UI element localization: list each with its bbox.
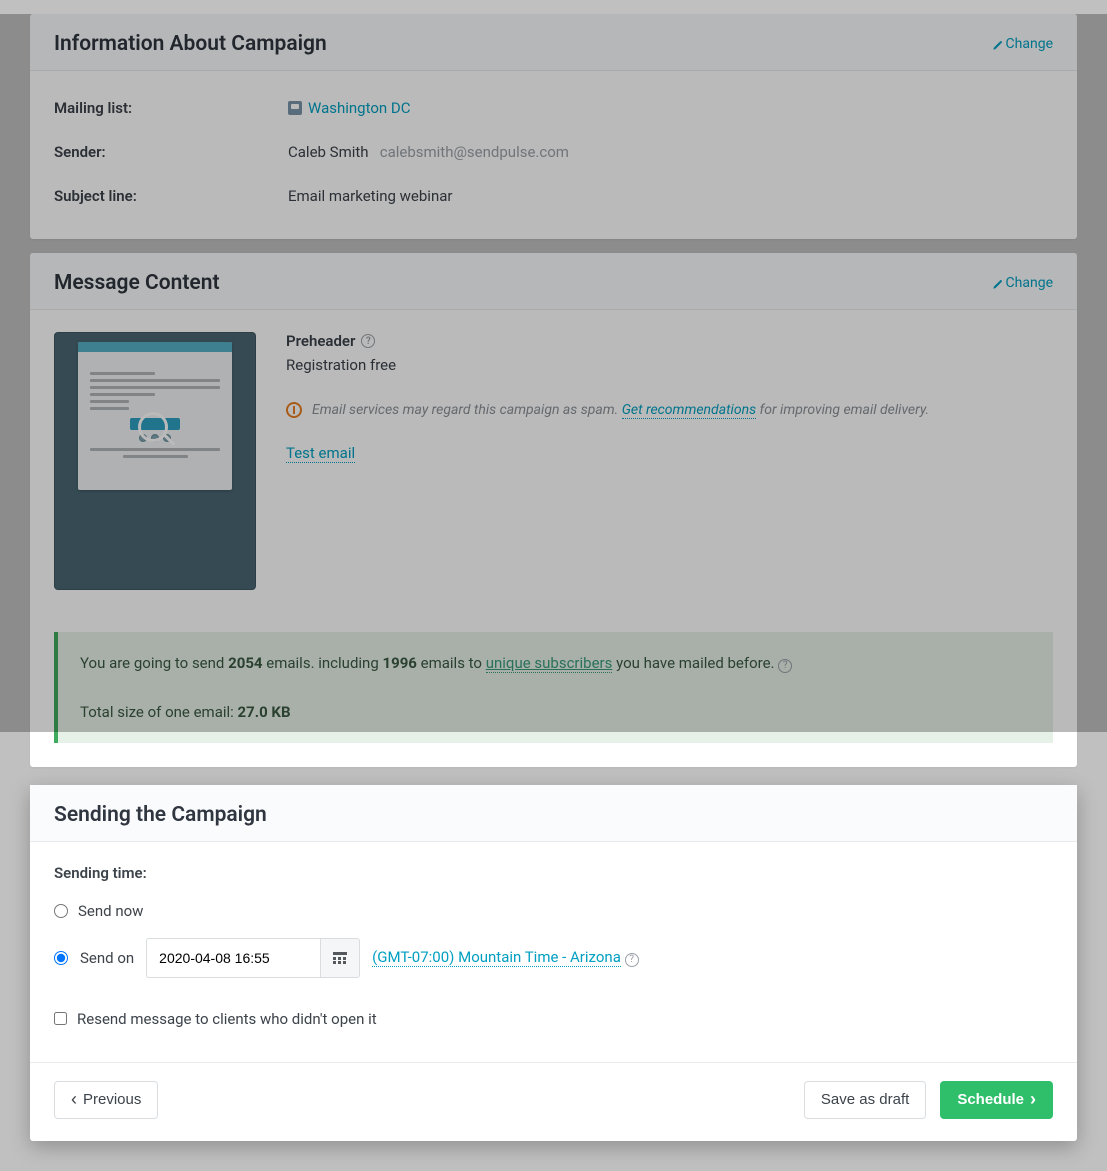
sending-time-label: Sending time: [54, 864, 1053, 882]
mailing-list-row: Mailing list: Washington DC [54, 91, 1053, 135]
change-content-link[interactable]: Change [992, 275, 1053, 291]
datetime-input[interactable] [146, 938, 320, 978]
change-info-link[interactable]: Change [992, 36, 1053, 52]
send-now-radio[interactable] [54, 904, 68, 918]
info-card-header: Information About Campaign Change [30, 14, 1077, 71]
warning-icon [286, 402, 302, 418]
summary-count1: 2054 [228, 654, 262, 672]
sender-email: calebsmith@sendpulse.com [380, 143, 569, 161]
help-icon[interactable]: ? [625, 953, 639, 967]
summary-size-label: Total size of one email: [80, 703, 238, 721]
send-now-label: Send now [78, 902, 143, 920]
previous-button[interactable]: Previous [54, 1081, 158, 1119]
calendar-button[interactable] [320, 938, 360, 978]
chevron-left-icon [71, 1090, 77, 1109]
summary-count2: 1996 [382, 654, 416, 672]
mailing-list-link[interactable]: Washington DC [288, 99, 411, 117]
save-draft-button[interactable]: Save as draft [804, 1081, 926, 1119]
content-card-header: Message Content Change [30, 253, 1077, 310]
spam-warning-prefix: Email services may regard this campaign … [312, 402, 622, 418]
sending-card-header: Sending the Campaign [30, 785, 1077, 842]
preheader-label: Preheader [286, 332, 355, 350]
content-card: Message Content Change [30, 253, 1077, 767]
change-info-label: Change [1006, 36, 1053, 52]
resend-label: Resend message to clients who didn't ope… [77, 1010, 377, 1028]
schedule-label: Schedule [957, 1091, 1024, 1108]
save-draft-label: Save as draft [821, 1091, 909, 1108]
send-on-radio[interactable] [54, 951, 68, 965]
subject-label: Subject line: [54, 187, 288, 205]
summary-pre1: You are going to send [80, 654, 228, 672]
resend-checkbox[interactable] [54, 1012, 67, 1025]
previous-label: Previous [83, 1091, 141, 1108]
change-content-label: Change [1006, 275, 1053, 291]
schedule-button[interactable]: Schedule [940, 1081, 1053, 1119]
info-card-title: Information About Campaign [54, 32, 327, 56]
summary-mid1: emails. including [263, 654, 383, 672]
info-card: Information About Campaign Change Mailin… [30, 14, 1077, 239]
chevron-right-icon [1030, 1090, 1036, 1109]
sender-row: Sender: Caleb Smith calebsmith@sendpulse… [54, 135, 1053, 179]
preheader-value: Registration free [286, 356, 1053, 374]
pencil-icon [992, 278, 1002, 288]
address-book-icon [288, 101, 302, 115]
spam-warning-suffix: for improving email delivery. [756, 402, 929, 418]
timezone-link[interactable]: (GMT-07:00) Mountain Time - Arizona [372, 948, 621, 967]
help-icon[interactable]: ? [361, 334, 375, 348]
send-summary-box: You are going to send 2054 emails. inclu… [54, 632, 1053, 743]
sender-name: Caleb Smith [288, 143, 369, 161]
sending-card-title: Sending the Campaign [54, 803, 267, 827]
summary-post: you have mailed before. [612, 654, 778, 672]
summary-size-value: 27.0 KB [238, 703, 291, 721]
get-recommendations-link[interactable]: Get recommendations [622, 402, 756, 419]
sending-card: Sending the Campaign Sending time: Send … [30, 785, 1077, 1141]
mailing-list-label: Mailing list: [54, 99, 288, 117]
sender-label: Sender: [54, 143, 288, 161]
subject-value: Email marketing webinar [288, 187, 452, 205]
magnifier-icon [138, 412, 168, 442]
mailing-list-name: Washington DC [308, 99, 411, 117]
summary-mid2: emails to [417, 654, 486, 672]
send-on-label: Send on [80, 949, 134, 967]
template-preview[interactable] [54, 332, 256, 590]
unique-subscribers-link[interactable]: unique subscribers [486, 654, 613, 673]
calendar-icon [333, 952, 347, 964]
help-icon[interactable]: ? [778, 659, 792, 673]
pencil-icon [992, 39, 1002, 49]
subject-row: Subject line: Email marketing webinar [54, 179, 1053, 211]
test-email-link[interactable]: Test email [286, 444, 355, 463]
content-card-title: Message Content [54, 271, 220, 295]
